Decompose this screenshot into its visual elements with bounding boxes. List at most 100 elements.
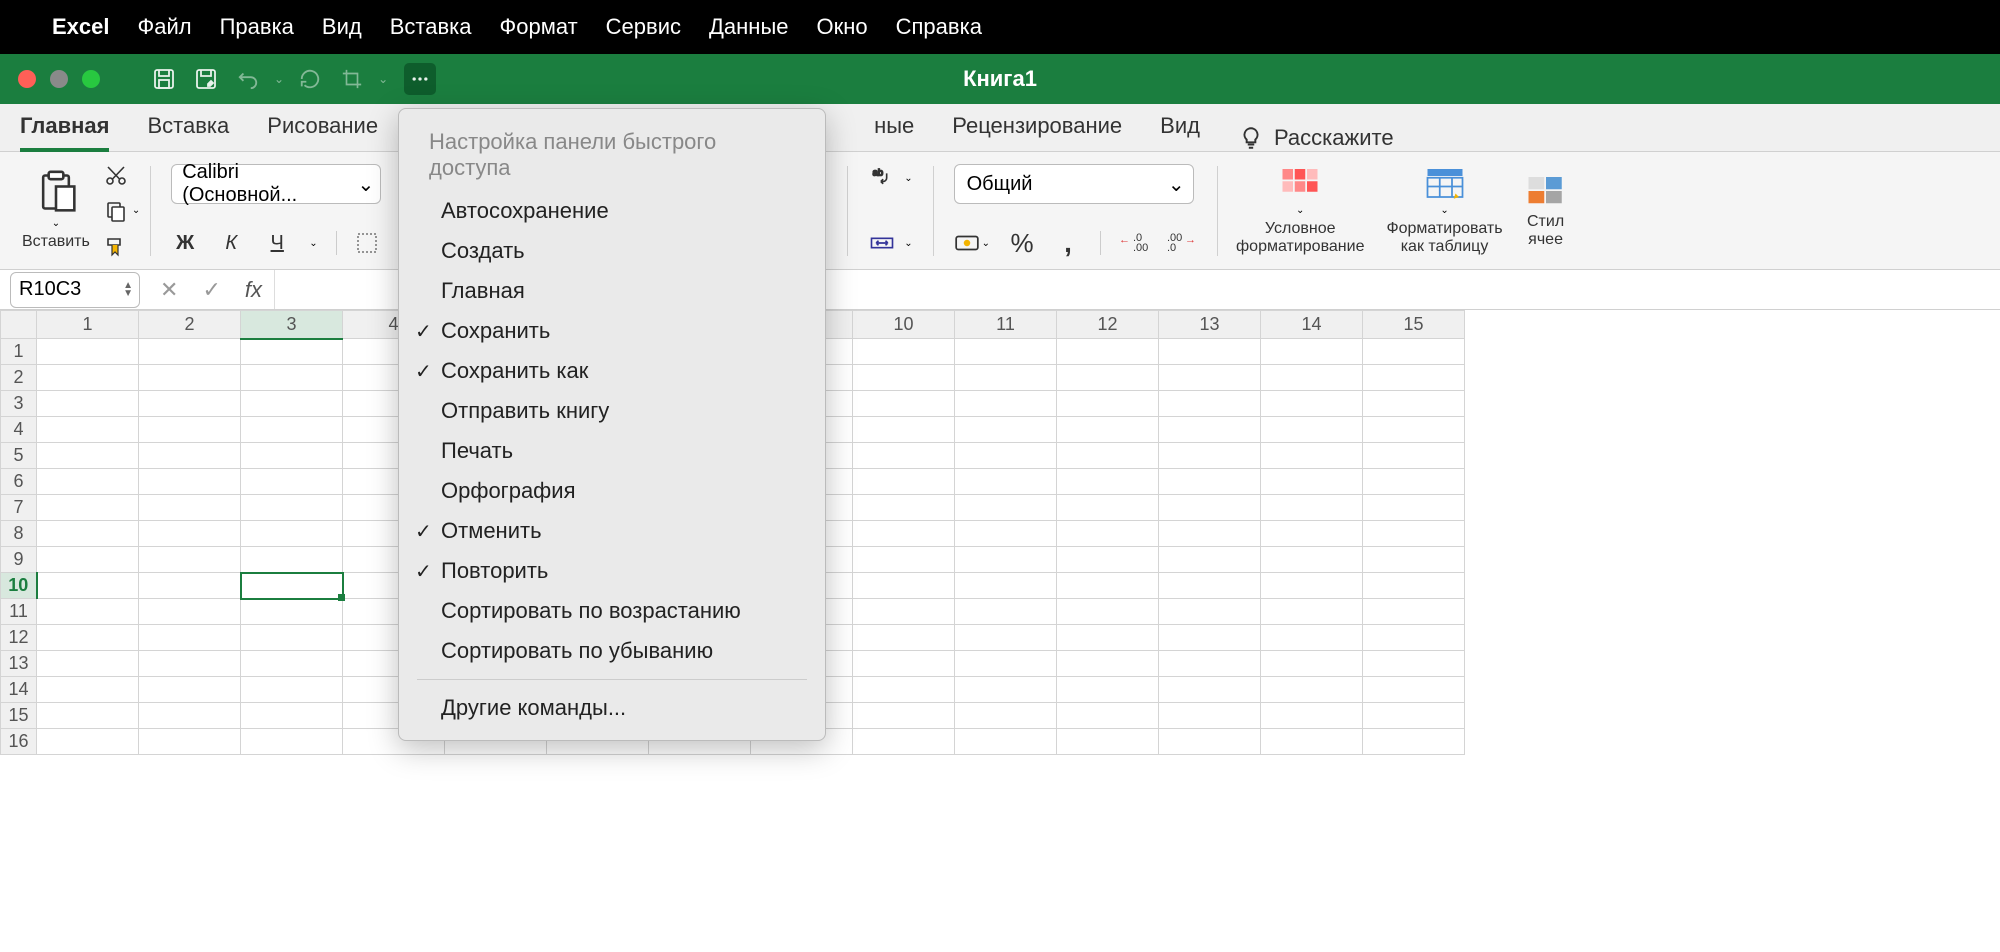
row-header[interactable]: 14	[1, 677, 37, 703]
cell[interactable]	[955, 391, 1057, 417]
cell[interactable]	[955, 469, 1057, 495]
spreadsheet-grid[interactable]: 1234910111213141512345678910111213141516	[0, 310, 2000, 755]
cell[interactable]	[1159, 469, 1261, 495]
cell[interactable]	[241, 547, 343, 573]
cell[interactable]	[139, 729, 241, 755]
cell[interactable]	[1159, 573, 1261, 599]
cell[interactable]	[37, 625, 139, 651]
cell[interactable]	[1363, 469, 1465, 495]
chevron-down-icon[interactable]: ⌄	[904, 173, 912, 184]
cell[interactable]	[955, 547, 1057, 573]
italic-button[interactable]: К	[217, 229, 245, 257]
cell[interactable]	[37, 391, 139, 417]
cell[interactable]	[139, 651, 241, 677]
cell[interactable]	[853, 677, 955, 703]
cell[interactable]	[1057, 599, 1159, 625]
chevron-down-icon[interactable]: ⌄	[309, 238, 317, 249]
tab-view[interactable]: Вид	[1160, 103, 1200, 151]
cell[interactable]	[955, 599, 1057, 625]
increase-decimal-icon[interactable]: ←.0.00	[1119, 231, 1149, 255]
menu-data[interactable]: Данные	[709, 14, 788, 40]
tab-home[interactable]: Главная	[20, 103, 109, 151]
cell[interactable]	[853, 339, 955, 365]
cell[interactable]	[853, 651, 955, 677]
conditional-formatting-button[interactable]: ⌄ Условное форматирование	[1228, 160, 1372, 261]
border-icon[interactable]	[355, 231, 379, 255]
currency-icon[interactable]: ⌄	[954, 230, 990, 256]
cell[interactable]	[1261, 703, 1363, 729]
dropdown-item[interactable]: Сохранить	[399, 311, 825, 351]
cut-icon[interactable]	[104, 163, 128, 187]
cell[interactable]	[1261, 729, 1363, 755]
cell[interactable]	[37, 547, 139, 573]
cell[interactable]	[1261, 677, 1363, 703]
row-header[interactable]: 9	[1, 547, 37, 573]
cell[interactable]	[853, 547, 955, 573]
select-all-corner[interactable]	[1, 311, 37, 339]
column-header[interactable]: 14	[1261, 311, 1363, 339]
cell[interactable]	[139, 599, 241, 625]
row-header[interactable]: 16	[1, 729, 37, 755]
cell[interactable]	[1261, 417, 1363, 443]
cell[interactable]	[1363, 391, 1465, 417]
cell[interactable]	[139, 443, 241, 469]
column-header[interactable]: 13	[1159, 311, 1261, 339]
cell[interactable]	[1159, 417, 1261, 443]
cell[interactable]	[853, 365, 955, 391]
cell[interactable]	[1159, 547, 1261, 573]
cell[interactable]	[1057, 625, 1159, 651]
menu-help[interactable]: Справка	[896, 14, 982, 40]
cell[interactable]	[139, 495, 241, 521]
cell[interactable]	[1261, 651, 1363, 677]
dropdown-more-commands[interactable]: Другие команды...	[399, 688, 825, 728]
cell[interactable]	[1363, 677, 1465, 703]
cell[interactable]	[1261, 339, 1363, 365]
column-header[interactable]: 11	[955, 311, 1057, 339]
cell[interactable]	[1261, 599, 1363, 625]
cell[interactable]	[139, 573, 241, 599]
merge-cells-icon[interactable]	[868, 229, 896, 257]
save-icon[interactable]	[148, 63, 180, 95]
cell[interactable]	[1159, 729, 1261, 755]
cell[interactable]	[955, 495, 1057, 521]
dropdown-item[interactable]: Создать	[399, 231, 825, 271]
close-window-button[interactable]	[18, 70, 36, 88]
cell[interactable]	[1057, 365, 1159, 391]
cell[interactable]	[37, 495, 139, 521]
dropdown-item[interactable]: Повторить	[399, 551, 825, 591]
cell[interactable]	[139, 625, 241, 651]
cell[interactable]	[37, 521, 139, 547]
cell[interactable]	[1057, 469, 1159, 495]
cell[interactable]	[1159, 677, 1261, 703]
cell[interactable]	[1057, 703, 1159, 729]
cell[interactable]	[853, 625, 955, 651]
cell[interactable]	[1159, 443, 1261, 469]
menu-window[interactable]: Окно	[817, 14, 868, 40]
crop-icon[interactable]	[336, 63, 368, 95]
cell[interactable]	[1363, 365, 1465, 391]
cell[interactable]	[1363, 651, 1465, 677]
chevron-down-icon[interactable]: ⌄	[904, 238, 912, 249]
font-name-select[interactable]: Calibri (Основной...	[171, 164, 381, 204]
cell[interactable]	[37, 677, 139, 703]
cell[interactable]	[241, 703, 343, 729]
cell[interactable]	[955, 521, 1057, 547]
cell[interactable]	[241, 365, 343, 391]
cell[interactable]	[1159, 651, 1261, 677]
cell[interactable]	[853, 521, 955, 547]
undo-icon[interactable]	[232, 63, 264, 95]
cell[interactable]	[853, 443, 955, 469]
cell[interactable]	[241, 677, 343, 703]
crop-dropdown-caret[interactable]: ⌄	[378, 72, 388, 86]
accept-formula-icon[interactable]: ✓	[202, 277, 220, 303]
dropdown-item[interactable]: Сортировать по убыванию	[399, 631, 825, 671]
cell[interactable]	[241, 339, 343, 365]
cell[interactable]	[853, 599, 955, 625]
cell[interactable]	[139, 521, 241, 547]
fx-icon[interactable]: fx	[245, 277, 262, 303]
cell[interactable]	[955, 573, 1057, 599]
cancel-formula-icon[interactable]: ✕	[160, 277, 178, 303]
row-header[interactable]: 11	[1, 599, 37, 625]
dropdown-item[interactable]: Сохранить как	[399, 351, 825, 391]
row-header[interactable]: 5	[1, 443, 37, 469]
